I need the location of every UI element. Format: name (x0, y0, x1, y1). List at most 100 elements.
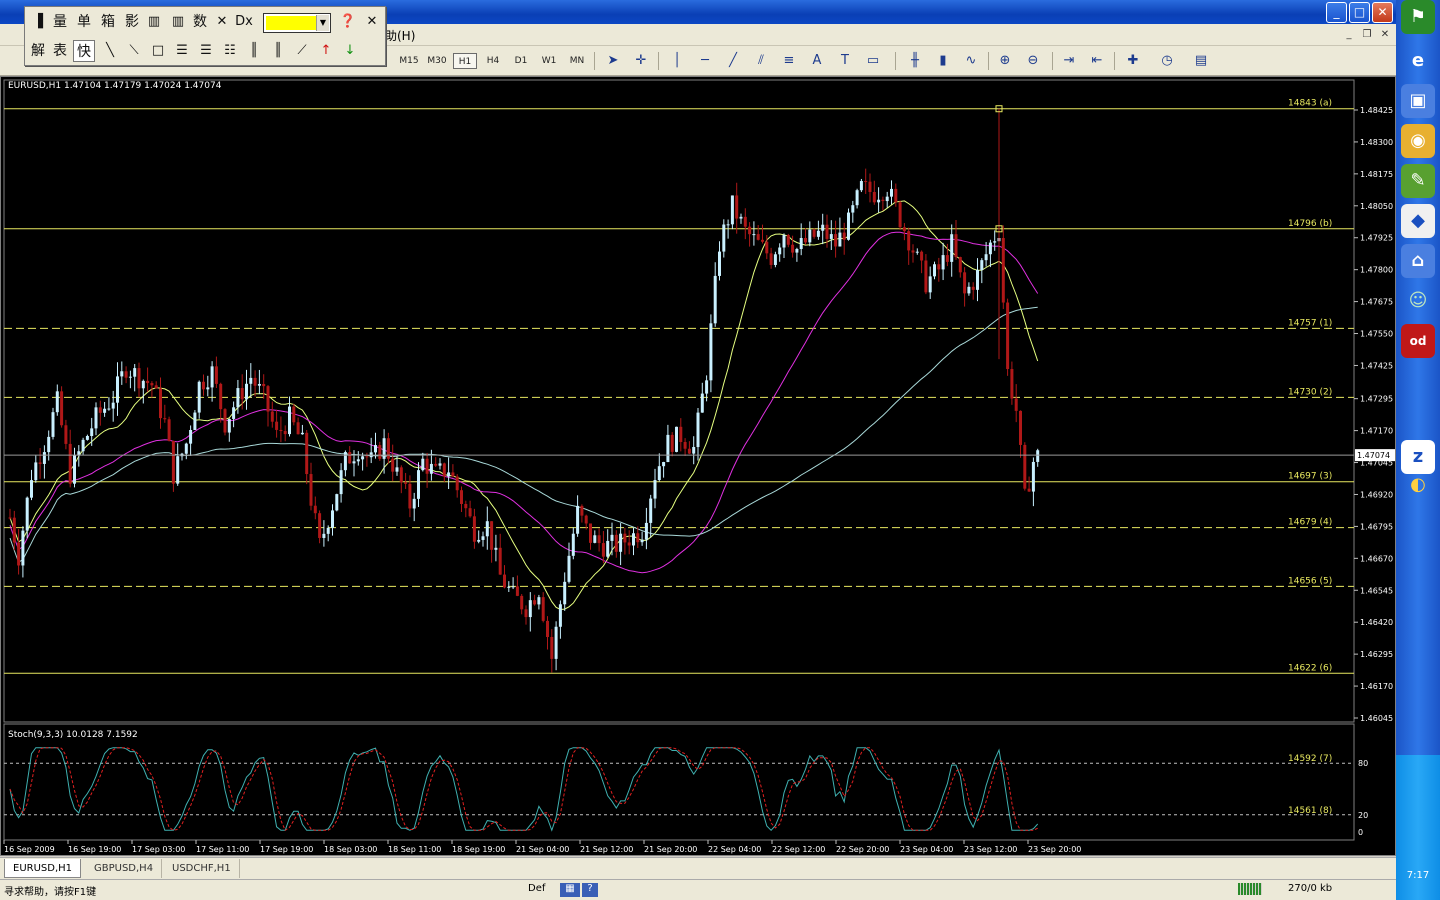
fib-icon[interactable]: ☰ (171, 40, 193, 62)
chevron-down-icon[interactable]: ▼ (316, 15, 329, 31)
palette-data-button[interactable]: 数 (189, 11, 211, 33)
candle-body (769, 253, 773, 265)
app-icon-8[interactable]: ◐ (1401, 468, 1435, 502)
timeframe-mn[interactable]: MN (565, 53, 589, 69)
color-picker[interactable]: ▼ (263, 13, 331, 33)
candle-body (163, 418, 167, 420)
vertical-line-icon[interactable]: │ (666, 51, 688, 71)
line-chart-icon[interactable]: ∿ (960, 51, 982, 71)
tab-eurusd-h1[interactable]: EURUSD,H1 (4, 859, 82, 878)
users-icon[interactable]: ☺ (1401, 284, 1435, 318)
autoscroll-icon[interactable]: ⇥ (1058, 51, 1080, 71)
bars-icon[interactable]: ▥ (143, 11, 165, 33)
zoom-in-icon[interactable]: ⊕ (994, 51, 1016, 71)
status-traffic: 270/0 kb (1288, 883, 1333, 894)
cursor-icon[interactable]: ➤ (602, 51, 624, 71)
time-label: 17 Sep 03:00 (132, 845, 185, 854)
doc-close-icon[interactable]: ✕ (1378, 28, 1392, 42)
candle-body (915, 251, 919, 253)
candle-body (894, 188, 898, 203)
cross-out-icon[interactable]: ✕ (211, 11, 233, 33)
trendline-icon[interactable]: ╱ (722, 51, 744, 71)
timeframe-m30[interactable]: M30 (425, 53, 449, 69)
candle-body (537, 597, 541, 605)
app-icon-4[interactable]: ◆ (1401, 204, 1435, 238)
minimize-button[interactable]: _ (1326, 2, 1347, 23)
gann-grid-icon[interactable]: ║ (267, 40, 289, 62)
candle-body (77, 451, 81, 455)
crosshair-icon[interactable]: ✛ (630, 51, 652, 71)
app-icon-3[interactable]: ✎ (1401, 164, 1435, 198)
candles-icon[interactable]: ▐ (27, 11, 49, 33)
palette-table-button[interactable]: 表 (49, 40, 71, 62)
timeframe-h4[interactable]: H4 (481, 53, 505, 69)
palette-shadow-button[interactable]: 影 (121, 11, 143, 33)
candle-body (954, 234, 958, 258)
candle-body (937, 264, 941, 270)
candle-body (137, 368, 141, 389)
timeframe-h1[interactable]: H1 (453, 53, 477, 69)
price-label: 1.47425 (1360, 361, 1393, 370)
internet-explorer-icon[interactable]: e (1401, 44, 1435, 78)
palette-volume-button[interactable]: 量 (49, 11, 71, 33)
help-icon[interactable]: ❓ (337, 11, 359, 33)
fib-expansion-icon[interactable]: ☰ (195, 40, 217, 62)
palette-box-button[interactable]: 箱 (97, 11, 119, 33)
text-icon[interactable]: A (806, 51, 828, 71)
price-chart[interactable]: 14843 (a) 14796 (b) 14757 (1) 14730 (2) 1469… (0, 76, 1396, 856)
bar-chart-icon[interactable]: ╫ (904, 51, 926, 71)
keyboard-icon[interactable]: ▦ (560, 883, 580, 897)
chart-shift-icon[interactable]: ⇤ (1086, 51, 1108, 71)
app-icon-5[interactable]: ⌂ (1401, 244, 1435, 278)
close-button[interactable]: ✕ (1372, 2, 1393, 23)
zoom-out-icon[interactable]: ⊖ (1022, 51, 1044, 71)
parallel-lines-icon[interactable]: ⟍ (123, 40, 145, 62)
app-icon-6[interactable]: od (1401, 324, 1435, 358)
app-icon-1[interactable]: ▣ (1401, 84, 1435, 118)
arrow-up-icon[interactable]: ↑ (315, 40, 337, 62)
channel-icon[interactable]: ⫽ (750, 51, 772, 71)
palette-fast-button[interactable]: 快 (73, 40, 95, 62)
arrow-down-icon[interactable]: ↓ (339, 40, 361, 62)
candle-body (421, 458, 425, 471)
candle-body (554, 626, 558, 659)
help-status-icon[interactable]: ? (582, 883, 598, 897)
tab-gbpusd-h4[interactable]: GBPUSD,H4 (86, 859, 163, 878)
arrow-label-icon[interactable]: ▭ (862, 51, 884, 71)
fibonacci-icon[interactable]: ≡ (778, 51, 800, 71)
dx-icon[interactable]: Dx (233, 11, 255, 33)
app-icon-2[interactable]: ◉ (1401, 124, 1435, 158)
timeframe-w1[interactable]: W1 (537, 53, 561, 69)
timeframe-m15[interactable]: M15 (397, 53, 421, 69)
palette-single-button[interactable]: 单 (73, 11, 95, 33)
menu-help[interactable]: 助(H) (385, 27, 415, 44)
candle-body (404, 482, 408, 484)
candle-body (128, 376, 132, 378)
candle-body (683, 441, 687, 449)
palette-solve-button[interactable]: 解 (27, 40, 49, 62)
doc-restore-icon[interactable]: ❐ (1360, 28, 1374, 42)
candle-body (249, 377, 253, 384)
maximize-button[interactable]: □ (1349, 2, 1370, 23)
windows-flag-icon[interactable]: ⚑ (1401, 0, 1435, 34)
line-icon[interactable]: ╲ (99, 40, 121, 62)
tab-usdchf-h1[interactable]: USDCHF,H1 (164, 859, 240, 878)
indicators-icon[interactable]: ✚ (1122, 51, 1144, 71)
rectangle-icon[interactable]: □ (147, 40, 169, 62)
gann-fan-icon[interactable]: ⟋ (291, 40, 313, 62)
timeframe-d1[interactable]: D1 (509, 53, 533, 69)
palette-close-icon[interactable]: ✕ (361, 11, 383, 33)
fib-channel-icon[interactable]: ☷ (219, 40, 241, 62)
doc-minimize-icon[interactable]: _ (1342, 28, 1356, 42)
text-label-icon[interactable]: T (834, 51, 856, 71)
horizontal-line-icon[interactable]: ─ (694, 51, 716, 71)
cycle-lines-icon[interactable]: ║ (243, 40, 265, 62)
bars-alt-icon[interactable]: ▥ (167, 11, 189, 33)
status-profile[interactable]: Def (528, 883, 545, 894)
templates-icon[interactable]: ▤ (1190, 51, 1212, 71)
candle-chart-icon[interactable]: ▮ (932, 51, 954, 71)
candle-body (434, 463, 438, 466)
candle-body (1031, 461, 1035, 492)
candle-body (154, 385, 158, 389)
periods-icon[interactable]: ◷ (1156, 51, 1178, 71)
